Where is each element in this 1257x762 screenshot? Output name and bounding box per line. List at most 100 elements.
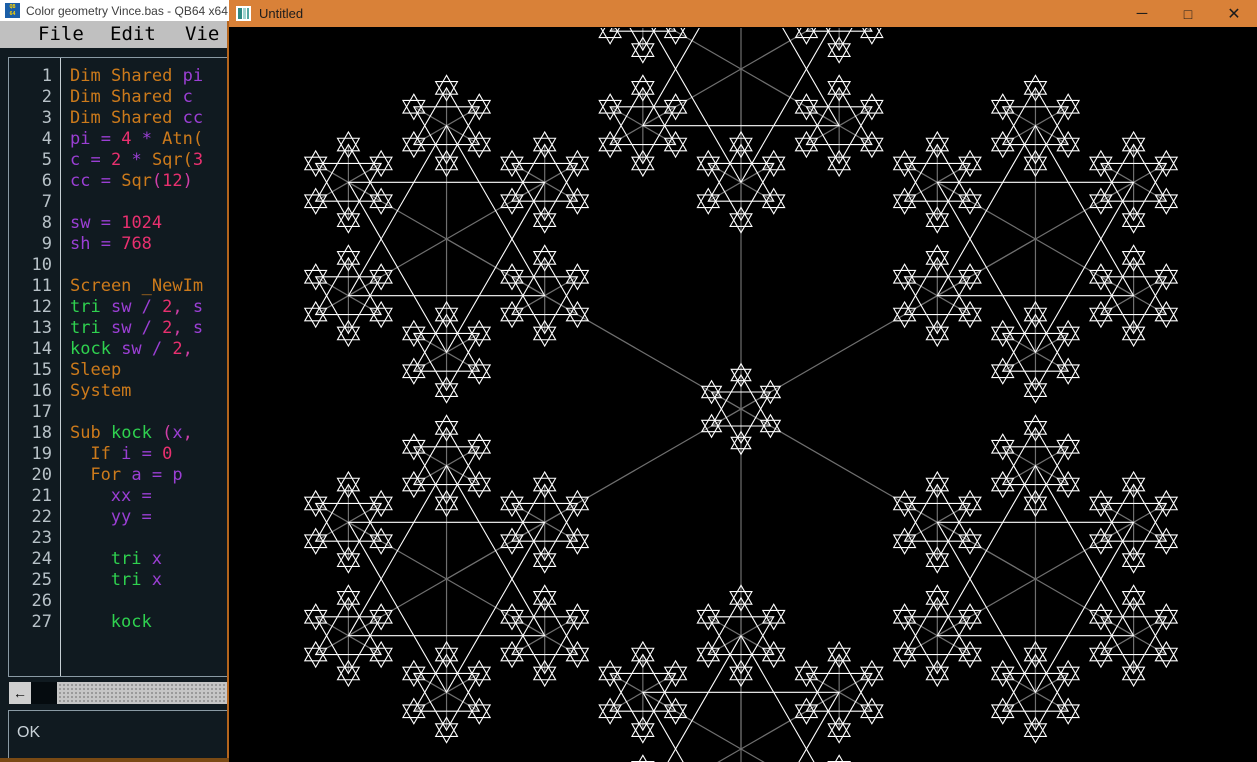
code-token: =: [90, 213, 122, 233]
ide-menu-bar: File Edit Vie: [0, 21, 229, 48]
code-token: Dim Shared: [70, 87, 183, 107]
close-button[interactable]: ✕: [1211, 0, 1257, 27]
code-line[interactable]: kock sw / 2,: [70, 339, 193, 360]
scroll-left-arrow-icon[interactable]: ←: [9, 682, 31, 704]
horizontal-scrollbar[interactable]: ←: [9, 682, 228, 704]
code-token: =: [90, 234, 122, 254]
code-line[interactable]: Dim Shared c: [70, 87, 193, 108]
code-token: 768: [121, 234, 152, 254]
line-number: 1: [41, 66, 52, 86]
fractal-svg: [303, 28, 1179, 762]
code-token: c: [70, 150, 81, 170]
code-line[interactable]: For a = p: [90, 465, 182, 486]
code-line[interactable]: Sleep: [70, 360, 121, 381]
ide-title-bar: QB 64 Color geometry Vince.bas - QB64 x6…: [0, 0, 229, 21]
code-line[interactable]: pi = 4 * Atn(: [70, 129, 203, 150]
code-token: _NewIm: [141, 276, 204, 296]
code-token: kock: [70, 339, 122, 359]
code-line[interactable]: Dim Shared cc: [70, 108, 203, 129]
code-token: Sqr: [121, 171, 152, 191]
code-line[interactable]: kock: [111, 612, 152, 633]
line-number: 12: [31, 297, 52, 317]
code-token: x: [151, 549, 162, 569]
code-token: *: [121, 150, 152, 170]
code-line[interactable]: cc = Sqr(12): [70, 171, 193, 192]
line-number: 16: [31, 381, 52, 401]
code-token: /: [131, 297, 163, 317]
code-line[interactable]: Screen _NewIm: [70, 276, 203, 297]
code-token: sw: [70, 213, 91, 233]
code-line[interactable]: If i = 0: [90, 444, 172, 465]
code-token: s: [192, 318, 204, 338]
line-number: 20: [31, 465, 52, 485]
code-line[interactable]: tri sw / 2, s: [70, 318, 203, 339]
code-token: xx: [110, 486, 132, 506]
code-token: ,: [172, 318, 193, 338]
code-line[interactable]: xx =: [111, 486, 152, 507]
code-token: 1024: [121, 213, 163, 233]
line-number: 25: [31, 570, 52, 590]
graphics-window-title: Untitled: [259, 6, 304, 21]
code-token: Dim Shared: [70, 66, 183, 86]
logo-text-top: QB: [9, 4, 16, 10]
code-token: yy: [110, 507, 132, 527]
code-token: tri: [70, 297, 111, 317]
maximize-button[interactable]: □: [1165, 0, 1211, 27]
code-area[interactable]: Dim Shared pi Dim Shared c Dim Shared cc pi…: [62, 58, 229, 676]
app-icon: [236, 6, 251, 21]
line-number: 6: [41, 171, 52, 191]
code-token: (: [151, 423, 173, 443]
qb64-logo-icon: QB 64: [5, 3, 20, 18]
code-token: i: [121, 444, 132, 464]
code-token: If: [90, 444, 122, 464]
code-token: sw: [121, 339, 142, 359]
code-line[interactable]: tri x: [111, 570, 162, 591]
code-token: For: [90, 465, 132, 485]
code-editor[interactable]: 1 2 3 4 5 6 7 8 9 10 11 12 13 14 15 16 17 18 19 20 21 22 23 24 2…: [8, 57, 229, 677]
scrollbar-track[interactable]: [57, 682, 228, 704]
close-icon: ✕: [1227, 5, 1241, 23]
code-token: a: [131, 465, 142, 485]
code-line[interactable]: Dim Shared pi: [70, 66, 203, 87]
code-token: tri: [110, 549, 152, 569]
code-token: 2: [162, 297, 173, 317]
line-number: 13: [31, 318, 52, 338]
logo-text-bottom: 64: [9, 11, 16, 17]
line-number: 17: [31, 402, 52, 422]
code-line[interactable]: tri x: [111, 549, 162, 570]
line-number: 10: [31, 255, 52, 275]
code-token: 12: [162, 171, 183, 191]
menu-item-edit[interactable]: Edit: [110, 21, 156, 48]
code-token: ): [182, 171, 193, 191]
code-line[interactable]: sh = 768: [70, 234, 152, 255]
graphics-title-bar: Untitled ─ □ ✕: [229, 0, 1257, 27]
code-token: *: [131, 129, 163, 149]
code-token: ,: [182, 423, 193, 443]
code-line[interactable]: Sub kock (x,: [70, 423, 193, 444]
code-line[interactable]: sw = 1024: [70, 213, 162, 234]
code-token: cc: [70, 171, 91, 191]
line-number-gutter: 1 2 3 4 5 6 7 8 9 10 11 12 13 14 15 16 17 18 19 20 21 22 23 24 2…: [9, 58, 61, 676]
ide-body: 1 2 3 4 5 6 7 8 9 10 11 12 13 14 15 16 17 18 19 20 21 22 23 24 2…: [0, 48, 229, 762]
menu-item-file[interactable]: File: [38, 21, 84, 48]
code-token: Sub: [70, 423, 111, 443]
status-message: OK: [17, 724, 41, 741]
code-token: System: [70, 381, 132, 401]
line-number: 21: [31, 486, 52, 506]
scrollbar-thumb[interactable]: [31, 682, 57, 704]
code-token: c: [182, 87, 193, 107]
menu-item-vie[interactable]: Vie: [185, 21, 219, 48]
minimize-icon: ─: [1136, 5, 1148, 22]
code-line[interactable]: System: [70, 381, 131, 402]
code-line[interactable]: tri sw / 2, s: [70, 297, 203, 318]
minimize-button[interactable]: ─: [1119, 0, 1165, 27]
line-number: 15: [31, 360, 52, 380]
code-token: x: [151, 570, 162, 590]
code-token: kock: [110, 612, 152, 632]
code-line[interactable]: yy =: [111, 507, 152, 528]
code-line[interactable]: c = 2 * Sqr(3: [70, 150, 203, 171]
ide-bottom-border: [0, 758, 229, 762]
line-number: 27: [31, 612, 52, 632]
fractal-canvas: [229, 28, 1257, 762]
code-token: sw: [110, 297, 132, 317]
